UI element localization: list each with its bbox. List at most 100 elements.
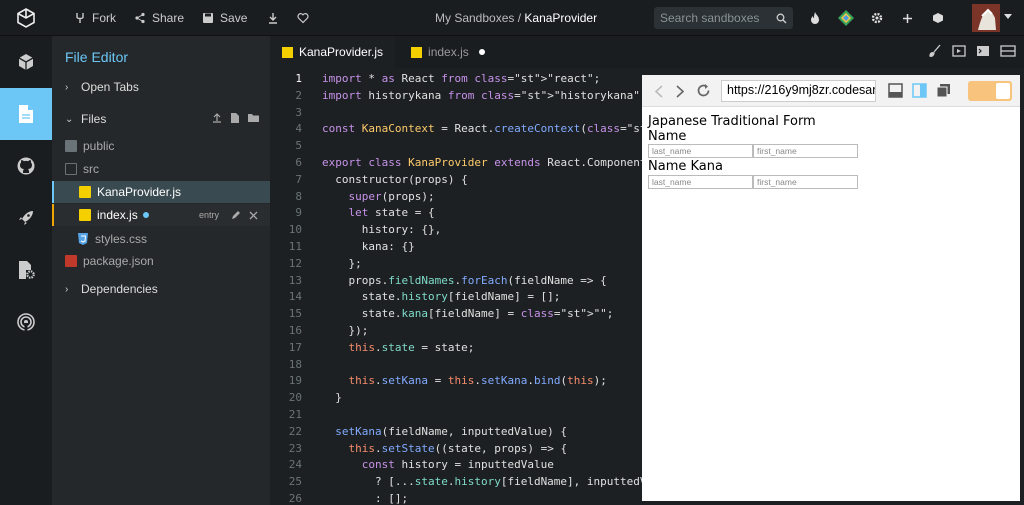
- avatar[interactable]: [972, 4, 1000, 32]
- sandbox-info-tab[interactable]: [0, 36, 52, 88]
- close-icon[interactable]: [249, 211, 258, 220]
- console-toggle-icon[interactable]: [888, 83, 903, 98]
- code-line[interactable]: state.history[fieldName] = [];: [322, 290, 561, 303]
- tree-item-public[interactable]: public: [52, 135, 270, 157]
- upload-icon[interactable]: [212, 113, 222, 123]
- chevron-down-icon[interactable]: [1004, 13, 1012, 21]
- line-number: 18: [288, 357, 302, 371]
- box-icon[interactable]: [929, 9, 947, 27]
- live-tab[interactable]: [0, 296, 52, 348]
- tab-index[interactable]: index.js: [395, 36, 497, 68]
- github-tab[interactable]: [0, 140, 52, 192]
- code-line[interactable]: this.setState((state, props) => {: [322, 442, 568, 455]
- tree-item-label: KanaProvider.js: [97, 185, 182, 199]
- save-button[interactable]: Save: [202, 11, 247, 25]
- brush-icon[interactable]: [928, 44, 942, 58]
- title-prefix: My Sandboxes /: [435, 11, 525, 25]
- code-line[interactable]: import historykana from class="st">"hist…: [322, 89, 647, 102]
- editor-tabs: KanaProvider.js index.js: [270, 36, 1024, 68]
- fork-button[interactable]: Fork: [74, 11, 116, 25]
- code-line[interactable]: import * as React from class="st">"react…: [322, 72, 600, 85]
- like-button[interactable]: [297, 12, 309, 24]
- plus-icon[interactable]: [898, 9, 916, 27]
- code-line[interactable]: super(props);: [322, 190, 435, 203]
- search-input[interactable]: Search sandboxes: [654, 7, 793, 29]
- pencil-icon[interactable]: [231, 210, 241, 220]
- code-line[interactable]: }: [322, 391, 342, 404]
- tree-item-src[interactable]: src: [52, 158, 270, 180]
- split-view-icon[interactable]: [1000, 44, 1016, 58]
- live-diamond-icon[interactable]: [837, 9, 855, 27]
- js-file-icon: [79, 186, 91, 198]
- line-number: 11: [288, 240, 302, 253]
- preview-pane: https://216y9mj8zr.codesandbox.io/ Japan…: [642, 75, 1020, 501]
- deployment-tab[interactable]: [0, 192, 52, 244]
- line-number: 3: [295, 105, 302, 119]
- download-button[interactable]: [267, 12, 279, 24]
- search-icon: [776, 13, 787, 23]
- title-name[interactable]: KanaProvider: [524, 11, 597, 25]
- line-number: 16: [288, 324, 302, 337]
- save-icon: [203, 12, 214, 23]
- code-line[interactable]: };: [322, 257, 361, 270]
- code-line[interactable]: constructor(props) {: [322, 173, 467, 186]
- preview-toggle[interactable]: [968, 81, 1012, 101]
- tree-item-package[interactable]: package.json: [52, 250, 270, 272]
- save-label: Save: [220, 10, 248, 25]
- code-line[interactable]: });: [322, 324, 368, 337]
- code-line[interactable]: this.setKana = this.setKana.bind(this);: [322, 374, 607, 387]
- open-tabs-section[interactable]: › Open Tabs: [52, 76, 270, 98]
- tab-kanaprovider[interactable]: KanaProvider.js: [270, 36, 396, 68]
- code-line[interactable]: const history = inputtedValue: [322, 458, 554, 471]
- code-line[interactable]: export class KanaProvider extends React.…: [322, 156, 660, 169]
- tree-item-styles[interactable]: styles.css: [52, 228, 270, 250]
- codesandbox-logo-icon[interactable]: [0, 0, 52, 36]
- code-line[interactable]: state.kana[fieldName] = class="st">"";: [322, 307, 614, 320]
- folder-open-icon: [65, 163, 77, 175]
- code-line[interactable]: let state = {: [322, 206, 435, 219]
- flame-icon[interactable]: [806, 9, 824, 27]
- code-line[interactable]: : [];: [322, 492, 408, 505]
- line-number: 10: [288, 223, 302, 237]
- tab-label: KanaProvider.js: [299, 45, 384, 59]
- new-folder-icon[interactable]: [248, 113, 259, 123]
- dependencies-section[interactable]: › Dependencies: [52, 278, 270, 300]
- config-tab[interactable]: [0, 244, 52, 296]
- line-number: 12: [288, 256, 302, 270]
- preview-pane-icon[interactable]: [952, 44, 966, 58]
- new-file-icon[interactable]: [230, 113, 240, 123]
- tree-item-kanaprovider[interactable]: KanaProvider.js: [52, 181, 270, 203]
- side-panel-icon[interactable]: [912, 83, 927, 98]
- fork-label: Fork: [92, 10, 116, 25]
- code-line[interactable]: const KanaContext = React.createContext(…: [322, 122, 686, 135]
- first-name-kana-input[interactable]: first_name: [753, 175, 858, 189]
- terminal-icon[interactable]: [976, 44, 990, 58]
- tree-item-label: styles.css: [95, 232, 148, 246]
- line-number: 20: [288, 391, 302, 405]
- code-line[interactable]: setKana(fieldName, inputtedValue) {: [322, 425, 567, 438]
- css-file-icon: [77, 233, 89, 245]
- share-button[interactable]: Share: [134, 11, 184, 25]
- code-area[interactable]: 1 import * as React from class="st">"reac…: [270, 69, 687, 505]
- preview-url-input[interactable]: https://216y9mj8zr.codesandbox.io/: [721, 80, 876, 102]
- line-number: 19: [288, 374, 302, 388]
- back-icon[interactable]: [654, 85, 663, 98]
- code-line[interactable]: history: {},: [322, 223, 441, 236]
- github-icon: [17, 157, 35, 175]
- code-line[interactable]: props.fieldNames.forEach(fieldName => {: [322, 274, 606, 287]
- file-editor-tab[interactable]: [0, 88, 52, 140]
- code-line[interactable]: kana: {}: [322, 240, 415, 253]
- refresh-icon[interactable]: [696, 83, 711, 98]
- first-name-input[interactable]: first_name: [753, 144, 858, 158]
- code-line[interactable]: ? [...state.history[fieldName], inputted…: [322, 475, 653, 488]
- line-number: 8: [295, 189, 302, 203]
- gear-icon[interactable]: [868, 9, 886, 27]
- forward-icon[interactable]: [676, 85, 685, 98]
- tree-item-index[interactable]: index.js entry: [52, 204, 270, 226]
- code-line[interactable]: this.state = state;: [322, 341, 475, 354]
- line-number: 4: [295, 122, 302, 136]
- files-section[interactable]: ⌄ Files: [52, 108, 270, 130]
- open-window-icon[interactable]: [936, 83, 951, 98]
- last-name-input[interactable]: last_name: [648, 144, 753, 158]
- last-name-kana-input[interactable]: last_name: [648, 175, 753, 189]
